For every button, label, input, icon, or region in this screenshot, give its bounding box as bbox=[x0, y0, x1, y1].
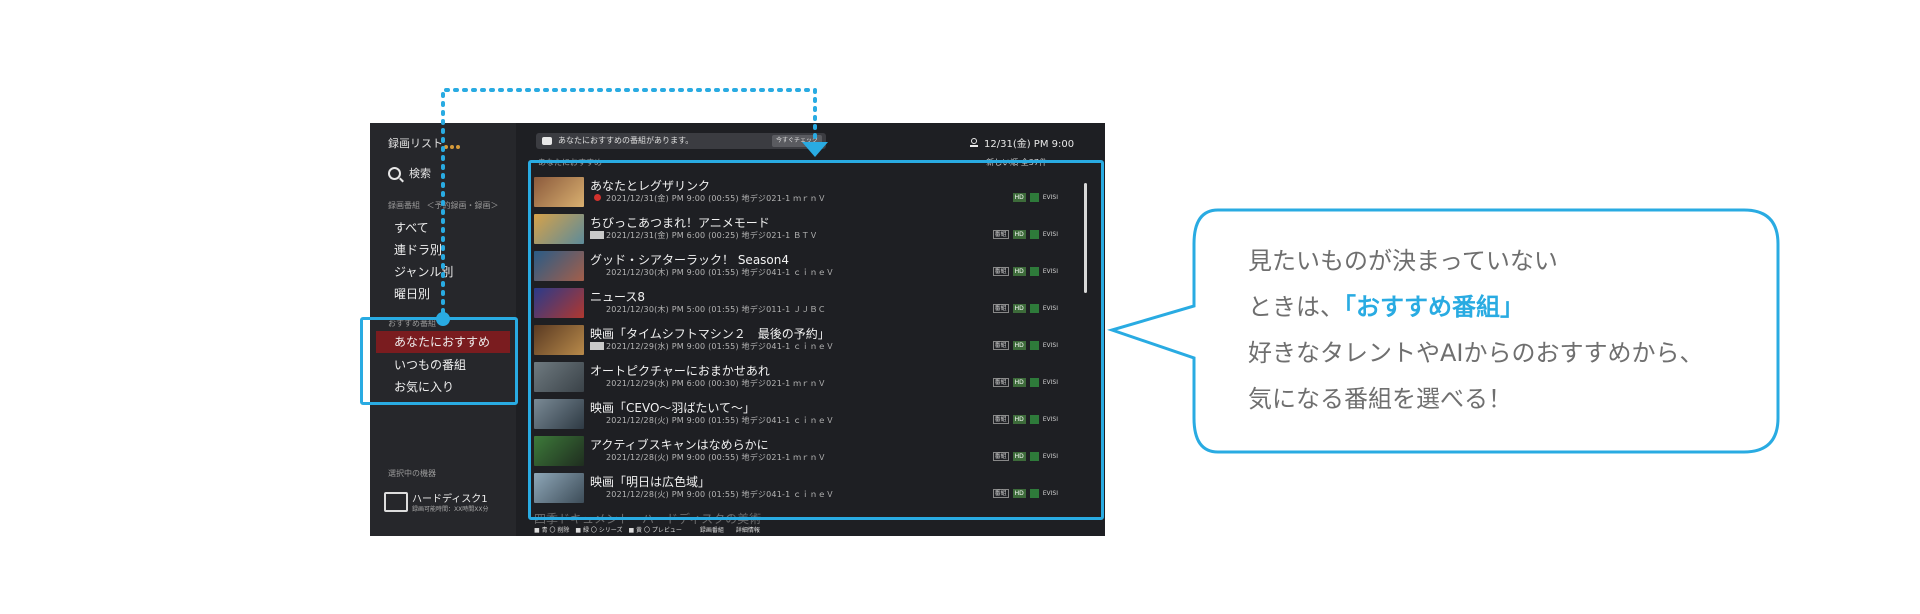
callout-text: 見たいものが決まっていない ときは、「おすすめ番組」 好きなタレントやAIからの… bbox=[1248, 238, 1704, 422]
dotted-connector bbox=[441, 88, 817, 314]
callout-line-2-prefix: ときは、 bbox=[1248, 293, 1344, 321]
arrow-down-icon bbox=[802, 142, 828, 157]
callout-line-2: ときは、「おすすめ番組」 bbox=[1248, 284, 1704, 330]
callout-highlight: 「おすすめ番組」 bbox=[1344, 293, 1524, 321]
callout-line-4: 気になる番組を選べる！ bbox=[1248, 385, 1512, 413]
callout-line-3: 好きなタレントやAIからのおすすめから、 bbox=[1248, 339, 1704, 367]
callout-line-1: 見たいものが決まっていない bbox=[1248, 247, 1558, 275]
